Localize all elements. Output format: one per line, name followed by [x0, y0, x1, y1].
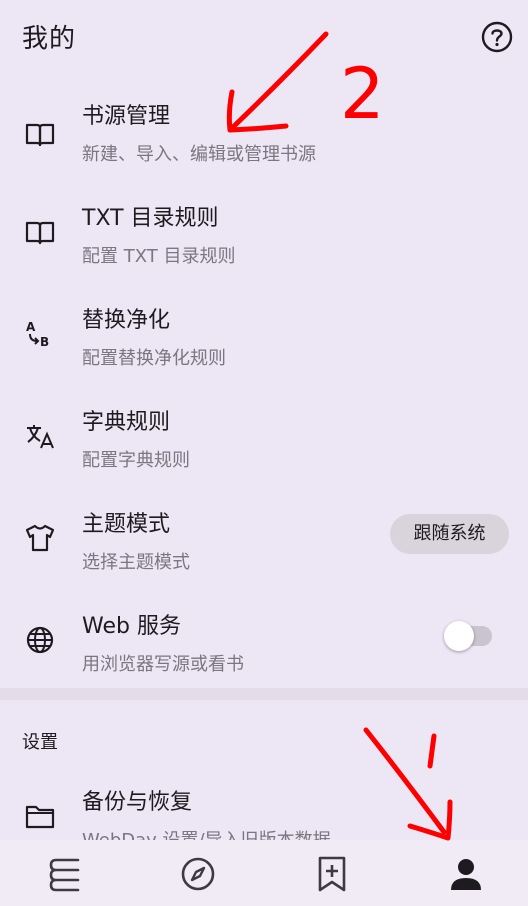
menu-item-title: TXT 目录规则: [82, 206, 219, 231]
menu-item-dictionary-rules[interactable]: 字典规则 配置字典规则: [0, 392, 528, 494]
menu-item-replace-rules[interactable]: A B 替换净化 配置替换净化规则: [0, 290, 528, 392]
settings-section-label: 设置: [22, 732, 58, 753]
menu-item-book-source[interactable]: 书源管理 新建、导入、编辑或管理书源: [0, 86, 528, 188]
bookshelf-icon[interactable]: [46, 854, 86, 894]
menu-item-subtitle: 用浏览器写源或看书: [82, 654, 244, 675]
menu-item-web-service[interactable]: Web 服务 用浏览器写源或看书: [0, 596, 528, 698]
section-divider: [0, 688, 528, 700]
menu-item-subtitle: 配置 TXT 目录规则: [82, 246, 236, 267]
globe-icon: [22, 622, 58, 658]
person-icon[interactable]: [446, 854, 486, 894]
menu-item-subtitle: 新建、导入、编辑或管理书源: [82, 144, 316, 165]
menu-item-title: 替换净化: [82, 308, 171, 333]
svg-text:B: B: [40, 335, 49, 349]
menu-item-title: 主题模式: [82, 512, 171, 537]
menu-item-title: 备份与恢复: [82, 790, 193, 815]
help-circle-icon[interactable]: [480, 20, 514, 54]
menu-item-title: 书源管理: [82, 104, 171, 129]
compass-icon[interactable]: [178, 854, 218, 894]
top-app-bar: 我的: [0, 0, 528, 76]
folder-icon: [24, 800, 56, 832]
toggle-thumb: [444, 621, 474, 651]
menu-item-backup-restore[interactable]: 备份与恢复 WebDav 设置/导入旧版本数据: [0, 778, 528, 840]
svg-text:A: A: [26, 320, 36, 334]
bookmark-add-icon[interactable]: [312, 854, 352, 894]
menu-item-title: 字典规则: [82, 410, 171, 435]
annotation-mark: [427, 733, 437, 769]
translate-icon: [22, 418, 58, 454]
menu-item-title: Web 服务: [82, 614, 181, 639]
book-open-icon: [22, 116, 58, 152]
theme-mode-chip[interactable]: 跟随系统: [390, 514, 509, 554]
book-open-icon: [22, 214, 58, 250]
menu-item-subtitle: 配置字典规则: [82, 450, 190, 471]
find-replace-icon: A B: [22, 316, 58, 352]
bottom-navigation-bar: [0, 840, 528, 906]
menu-item-subtitle: WebDav 设置/导入旧版本数据: [82, 826, 331, 840]
menu-item-txt-toc-rules[interactable]: TXT 目录规则 配置 TXT 目录规则: [0, 188, 528, 290]
shirt-icon: [22, 520, 58, 556]
web-service-toggle[interactable]: [444, 620, 494, 652]
menu-item-theme-mode[interactable]: 主题模式 选择主题模式 跟随系统: [0, 494, 528, 596]
page-title: 我的: [22, 24, 77, 54]
menu-item-subtitle: 配置替换净化规则: [82, 348, 226, 369]
my-page: 我的 书源管理 新建、导入、编辑或管理书源 TXT 目录规则 配置 TXT 目录…: [0, 0, 528, 906]
menu-item-subtitle: 选择主题模式: [82, 552, 190, 573]
